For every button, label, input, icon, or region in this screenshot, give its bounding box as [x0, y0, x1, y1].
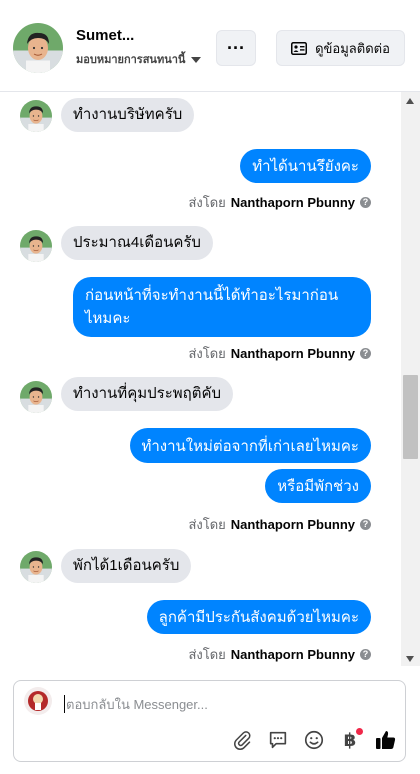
baht-symbol: ฿	[343, 729, 357, 751]
incoming-message[interactable]: ทำงานที่คุมประพฤติคับ	[61, 377, 234, 411]
emoji-icon[interactable]	[301, 727, 327, 753]
message-thread: ทำงานบริษัทครับ ทำได้นานรึยังคะ ส่งโดย N…	[0, 92, 401, 666]
help-icon[interactable]: ?	[360, 348, 371, 359]
sent-by-label: ส่งโดย Nanthaporn Pbunny ?	[188, 343, 371, 364]
caret-down-icon	[191, 56, 202, 63]
thread-scrollbar[interactable]	[401, 92, 420, 666]
outgoing-message[interactable]: ก่อนหน้าที่จะทำงานนี้ได้ทำอะไรมาก่อนไหมค…	[73, 277, 371, 337]
help-icon[interactable]: ?	[360, 649, 371, 660]
reply-composer: ฿	[13, 680, 406, 762]
sent-by-sender[interactable]: Nanthaporn Pbunny	[231, 517, 355, 532]
thumbs-up-icon[interactable]	[373, 727, 399, 753]
view-contact-info-button[interactable]: ดูข้อมูลติดต่อ	[276, 30, 405, 66]
contact-avatar[interactable]	[13, 23, 63, 73]
incoming-message[interactable]: ทำงานบริษัทครับ	[61, 98, 195, 132]
notification-dot	[356, 728, 363, 735]
incoming-message[interactable]: ประมาณ4เดือนครับ	[61, 226, 213, 260]
customer-avatar[interactable]	[20, 381, 52, 413]
assign-conversation-dropdown[interactable]: มอบหมายการสนทนานี้	[76, 50, 202, 68]
sent-by-sender[interactable]: Nanthaporn Pbunny	[231, 346, 355, 361]
more-options-button[interactable]: ···	[216, 30, 256, 66]
page-avatar	[24, 687, 52, 715]
contact-card-icon	[291, 41, 308, 55]
composer-toolbar: ฿	[229, 727, 399, 753]
sent-by-prefix: ส่งโดย	[188, 346, 226, 361]
sent-by-label: ส่งโดย Nanthaporn Pbunny ?	[188, 192, 371, 213]
scroll-down-arrow-icon[interactable]	[406, 656, 414, 662]
baht-payment-icon[interactable]: ฿	[337, 727, 363, 753]
customer-avatar[interactable]	[20, 551, 52, 583]
outgoing-message[interactable]: ทำงานใหม่ต่อจากที่เก่าเลยไหมคะ	[129, 428, 371, 463]
customer-avatar[interactable]	[20, 100, 52, 132]
conversation-header: Sumet... มอบหมายการสนทนานี้ ··· ดูข้อมูล…	[0, 0, 420, 92]
sent-by-sender[interactable]: Nanthaporn Pbunny	[231, 195, 355, 210]
sent-by-prefix: ส่งโดย	[188, 647, 226, 662]
sent-by-sender[interactable]: Nanthaporn Pbunny	[231, 647, 355, 662]
scroll-thumb[interactable]	[403, 375, 418, 459]
outgoing-message[interactable]: หรือมีพักช่วง	[265, 469, 371, 503]
chat-bubble-icon[interactable]	[265, 727, 291, 753]
sent-by-label: ส่งโดย Nanthaporn Pbunny ?	[188, 644, 371, 665]
sent-by-label: ส่งโดย Nanthaporn Pbunny ?	[188, 514, 371, 535]
outgoing-message[interactable]: ลูกค้ามีประกันสังคมด้วยไหมคะ	[146, 600, 371, 634]
scroll-up-arrow-icon[interactable]	[406, 98, 414, 104]
outgoing-message[interactable]: ทำได้นานรึยังคะ	[240, 149, 371, 183]
view-contact-info-label: ดูข้อมูลติดต่อ	[315, 40, 390, 56]
contact-name[interactable]: Sumet...	[76, 27, 134, 44]
help-icon[interactable]: ?	[360, 197, 371, 208]
incoming-message[interactable]: พักได้1เดือนครับ	[61, 549, 192, 583]
customer-avatar[interactable]	[20, 230, 52, 262]
help-icon[interactable]: ?	[360, 519, 371, 530]
reply-input[interactable]	[66, 693, 386, 715]
assign-conversation-label: มอบหมายการสนทนานี้	[76, 54, 186, 66]
paperclip-icon[interactable]	[229, 727, 255, 753]
text-cursor	[64, 695, 65, 713]
sent-by-prefix: ส่งโดย	[188, 195, 226, 210]
sent-by-prefix: ส่งโดย	[188, 517, 226, 532]
